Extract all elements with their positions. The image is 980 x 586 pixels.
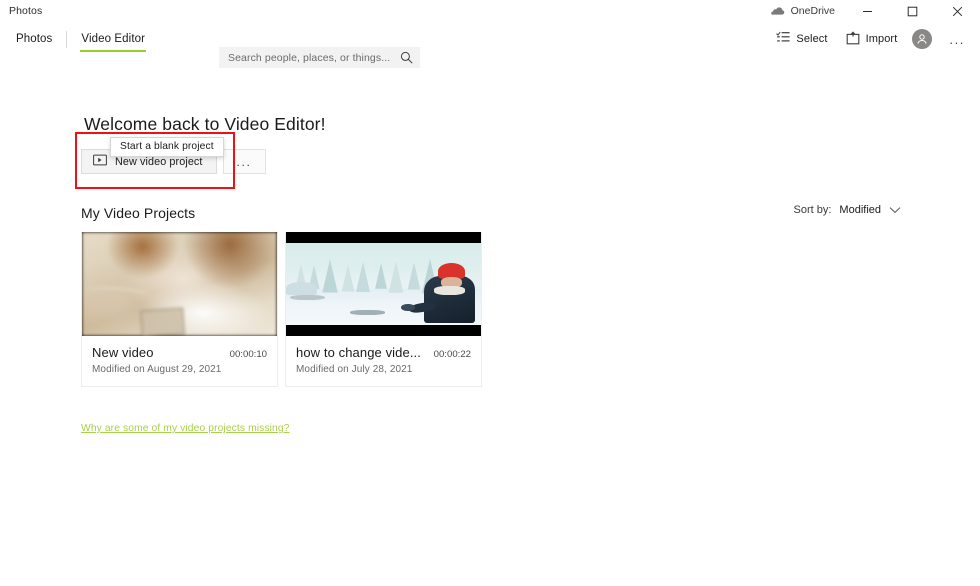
project-modified-date: Modified on July 28, 2021	[296, 364, 413, 375]
chevron-down-icon[interactable]	[889, 206, 901, 214]
sort-by-value: Modified	[839, 204, 881, 216]
select-button[interactable]: Select	[767, 25, 836, 53]
project-card-body: New video 00:00:10 Modified on August 29…	[82, 336, 277, 386]
thumbnail-image-cat	[82, 232, 277, 336]
avatar[interactable]	[912, 29, 933, 49]
tab-video-editor[interactable]: Video Editor	[69, 22, 157, 56]
project-duration: 00:00:22	[433, 349, 471, 360]
thumbnail-image-winter	[286, 232, 481, 336]
select-label: Select	[796, 33, 828, 45]
projects-missing-link[interactable]: Why are some of my video projects missin…	[81, 423, 290, 434]
project-card[interactable]: New video 00:00:10 Modified on August 29…	[81, 232, 278, 387]
sort-by-control[interactable]: Sort by: Modified	[794, 199, 901, 221]
minimize-button[interactable]	[845, 0, 890, 22]
search-box[interactable]	[219, 47, 420, 68]
section-title: My Video Projects	[81, 205, 196, 221]
nav-tabs: Photos Video Editor	[4, 22, 157, 56]
tab-photos-label: Photos	[16, 33, 53, 45]
maximize-button[interactable]	[890, 0, 935, 22]
video-project-icon	[93, 154, 107, 169]
project-card[interactable]: how to change vide... 00:00:22 Modified …	[285, 232, 482, 387]
project-thumbnail	[82, 232, 277, 336]
import-label: Import	[865, 33, 898, 45]
more-options-button[interactable]: ...	[938, 25, 976, 53]
cloud-icon	[770, 6, 785, 16]
project-card-top-row: New video 00:00:10	[92, 345, 267, 360]
project-name: how to change vide...	[296, 345, 421, 360]
app-title: Photos	[9, 5, 43, 17]
project-thumbnail	[286, 232, 481, 336]
import-button[interactable]: Import	[837, 25, 907, 53]
close-button[interactable]	[935, 0, 980, 22]
tab-photos[interactable]: Photos	[4, 22, 64, 56]
select-icon	[776, 31, 790, 47]
onedrive-status-button[interactable]: OneDrive	[767, 0, 845, 22]
title-bar-right-group: OneDrive	[767, 0, 980, 22]
tooltip: Start a blank project	[110, 137, 224, 157]
tab-divider	[66, 30, 68, 48]
page-title: Welcome back to Video Editor!	[84, 114, 326, 134]
project-duration: 00:00:10	[229, 349, 267, 360]
new-video-project-label: New video project	[115, 155, 203, 168]
project-name: New video	[92, 345, 154, 360]
tab-video-editor-label: Video Editor	[81, 33, 146, 45]
title-bar: Photos OneDrive	[0, 0, 980, 22]
command-bar: Photos Video Editor Search people, place…	[0, 22, 980, 68]
command-bar-actions: Select Import ...	[767, 22, 976, 56]
onedrive-label: OneDrive	[790, 5, 835, 17]
project-card-list: New video 00:00:10 Modified on August 29…	[81, 232, 482, 387]
project-modified-date: Modified on August 29, 2021	[92, 364, 222, 375]
project-card-top-row: how to change vide... 00:00:22	[296, 345, 471, 360]
search-icon[interactable]	[400, 51, 413, 64]
search-input[interactable]	[228, 51, 400, 64]
import-icon	[846, 30, 860, 48]
sort-by-label: Sort by:	[793, 204, 832, 216]
project-card-body: how to change vide... 00:00:22 Modified …	[286, 336, 481, 386]
new-project-more-button[interactable]: ...	[222, 149, 266, 174]
